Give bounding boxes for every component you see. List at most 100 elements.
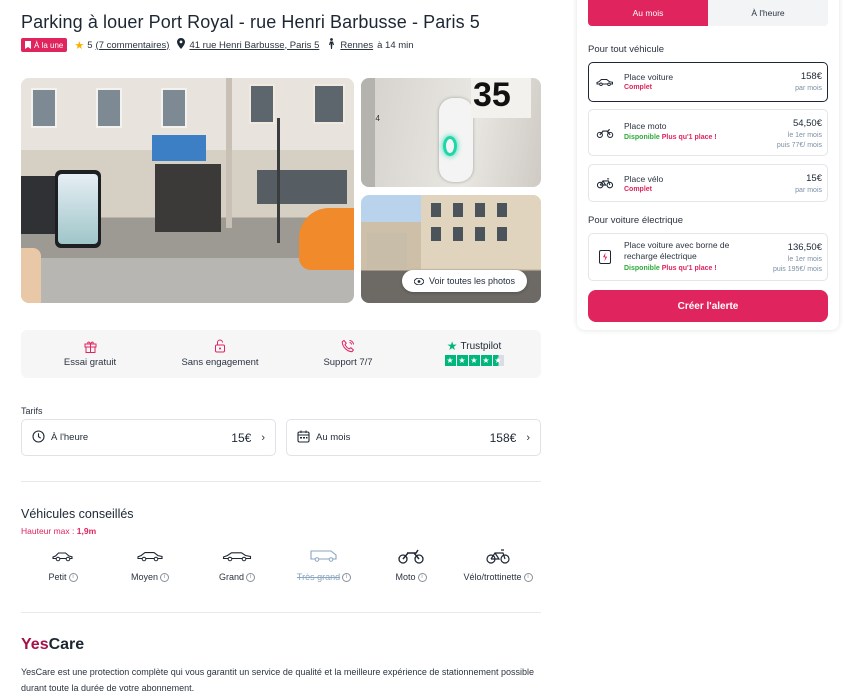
max-height: Hauteur max : 1,9m xyxy=(21,526,96,536)
option-moto-name: Place moto xyxy=(624,121,667,131)
motorcycle-icon xyxy=(365,546,457,566)
medium-car-icon xyxy=(104,546,196,566)
street-photo[interactable]: Voir toutes les photos xyxy=(361,195,541,303)
option-ev-then: puis 195€/ mois xyxy=(772,266,822,273)
yescare-logo-yes: Yes xyxy=(21,636,49,653)
option-moto-spot[interactable]: Place moto Disponible Plus qu'1 place ! … xyxy=(588,109,828,156)
address-link[interactable]: 41 rue Henri Barbusse, Paris 5 xyxy=(189,40,319,51)
divider xyxy=(21,481,541,482)
tab-hourly[interactable]: À l'heure xyxy=(708,0,828,26)
view-all-photos-button[interactable]: Voir toutes les photos xyxy=(401,270,527,292)
option-car-price: 158€ xyxy=(800,71,822,82)
info-icon[interactable]: i xyxy=(68,573,78,583)
feature-support: Support 7/7 xyxy=(293,338,403,368)
car-icon xyxy=(595,78,615,87)
trustpilot-star-icon: ★ xyxy=(446,339,458,353)
option-bike-status: Complet xyxy=(624,186,652,193)
tarif-hourly[interactable]: À l'heure 15€ › xyxy=(21,419,276,456)
small-car-icon xyxy=(17,546,109,566)
phone-icon xyxy=(293,338,403,354)
trustpilot-stars: ★ ★ ★ ★ ★ xyxy=(444,355,504,366)
option-car-spot[interactable]: Place voiture Complet 158€ par mois xyxy=(588,62,828,102)
transit-station-link[interactable]: Rennes xyxy=(340,40,373,51)
large-car-icon xyxy=(191,546,283,566)
info-icon[interactable]: i xyxy=(523,573,533,583)
option-ev-price: 136,50€ xyxy=(787,242,822,253)
option-bike-price: 15€ xyxy=(806,173,822,184)
option-car-status: Complet xyxy=(624,84,652,91)
tarif-monthly-price: 158€ xyxy=(489,430,517,445)
eye-icon xyxy=(413,277,424,285)
tarif-monthly[interactable]: Au mois 158€ › xyxy=(286,419,541,456)
option-moto-status-text: Disponible xyxy=(624,134,660,141)
divider xyxy=(21,612,541,613)
calendar-icon xyxy=(297,430,310,446)
option-moto-price: 54,50€ xyxy=(792,118,822,129)
main-photo[interactable] xyxy=(21,78,354,303)
van-icon xyxy=(278,546,370,566)
option-moto-first-month: le 1er mois xyxy=(787,132,822,139)
option-moto-status: Disponible Plus qu'1 place ! xyxy=(624,134,717,141)
vehicle-small: Petit i xyxy=(17,546,109,583)
motorcycle-icon xyxy=(595,127,615,138)
lock-open-icon xyxy=(165,338,275,354)
vehicles-title: Véhicules conseillés xyxy=(21,507,134,521)
section-electric: Pour voiture électrique xyxy=(588,215,684,226)
create-alert-button[interactable]: Créer l'alerte xyxy=(588,290,828,322)
charger-photo[interactable]: 35 34 xyxy=(361,78,541,187)
tarifs-label: Tarifs xyxy=(21,406,43,416)
yescare-logo: YesCare xyxy=(21,636,84,654)
chevron-right-icon: › xyxy=(261,431,265,444)
option-ev-name: Place voiture avec borne de recharge éle… xyxy=(624,240,730,261)
ev-charger-icon xyxy=(595,249,615,265)
option-ev-status: Disponible Plus qu'1 place ! xyxy=(624,265,717,272)
yescare-logo-care: Care xyxy=(48,636,85,653)
chevron-right-icon: › xyxy=(526,431,530,444)
max-height-label: Hauteur max : xyxy=(21,526,75,536)
vehicle-very-large: Très grand i xyxy=(278,546,370,583)
feature-free-trial-label: Essai gratuit xyxy=(63,357,117,368)
trustpilot-label: Trustpilot xyxy=(460,340,502,352)
tab-monthly[interactable]: Au mois xyxy=(588,0,708,26)
vehicle-large: Grand i xyxy=(191,546,283,583)
section-all-vehicles: Pour tout véhicule xyxy=(588,44,665,55)
transit-time: à 14 min xyxy=(377,39,414,51)
features-bar: Essai gratuit Sans engagement Support 7/… xyxy=(21,330,541,378)
feature-no-commitment-label: Sans engagement xyxy=(181,357,259,368)
clock-icon xyxy=(32,429,45,446)
featured-badge-label: À la une xyxy=(34,40,64,50)
vehicle-bike: Vélo/trottinette i xyxy=(452,546,544,583)
vehicle-moto: Moto i xyxy=(365,546,457,583)
info-icon[interactable]: i xyxy=(417,573,427,583)
location-pin-icon xyxy=(177,38,186,52)
vehicle-medium-label: Moyen xyxy=(130,572,158,582)
vehicle-moto-label: Moto xyxy=(395,572,416,582)
vehicle-small-label: Petit xyxy=(48,572,67,582)
option-car-name: Place voiture xyxy=(624,72,674,82)
reviews-link[interactable]: (7 commentaires) xyxy=(96,40,170,51)
bicycle-icon xyxy=(595,178,615,189)
vehicle-bike-label: Vélo/trottinette xyxy=(463,572,522,582)
option-car-period: par mois xyxy=(795,85,822,92)
billing-tabs: Au mois À l'heure xyxy=(588,0,828,26)
bicycle-icon xyxy=(452,546,544,566)
gift-icon xyxy=(35,338,145,354)
vehicle-very-large-label: Très grand xyxy=(296,572,341,582)
option-bike-spot[interactable]: Place vélo Complet 15€ par mois xyxy=(588,164,828,202)
trustpilot-rating[interactable]: ★ Trustpilot ★ ★ ★ ★ ★ xyxy=(419,339,529,366)
max-height-value: 1,9m xyxy=(76,526,97,536)
feature-support-label: Support 7/7 xyxy=(323,357,373,368)
rating-star-icon: ★ xyxy=(74,39,85,52)
metro-walk-icon xyxy=(327,38,336,52)
option-bike-name: Place vélo xyxy=(624,174,664,184)
feature-no-commitment: Sans engagement xyxy=(165,338,275,368)
option-ev-first-month: le 1er mois xyxy=(787,256,822,263)
option-ev-spot[interactable]: Place voiture avec borne de recharge éle… xyxy=(588,233,828,281)
info-icon[interactable]: i xyxy=(342,573,352,583)
info-icon[interactable]: i xyxy=(160,573,169,583)
info-icon[interactable]: i xyxy=(246,573,255,583)
feature-free-trial: Essai gratuit xyxy=(35,338,145,368)
listing-meta: À la une ★ 5 (7 commentaires) 41 rue Hen… xyxy=(21,37,414,53)
parking-spot-number: 35 xyxy=(473,78,511,114)
page-title: Parking à louer Port Royal - rue Henri B… xyxy=(21,12,480,32)
